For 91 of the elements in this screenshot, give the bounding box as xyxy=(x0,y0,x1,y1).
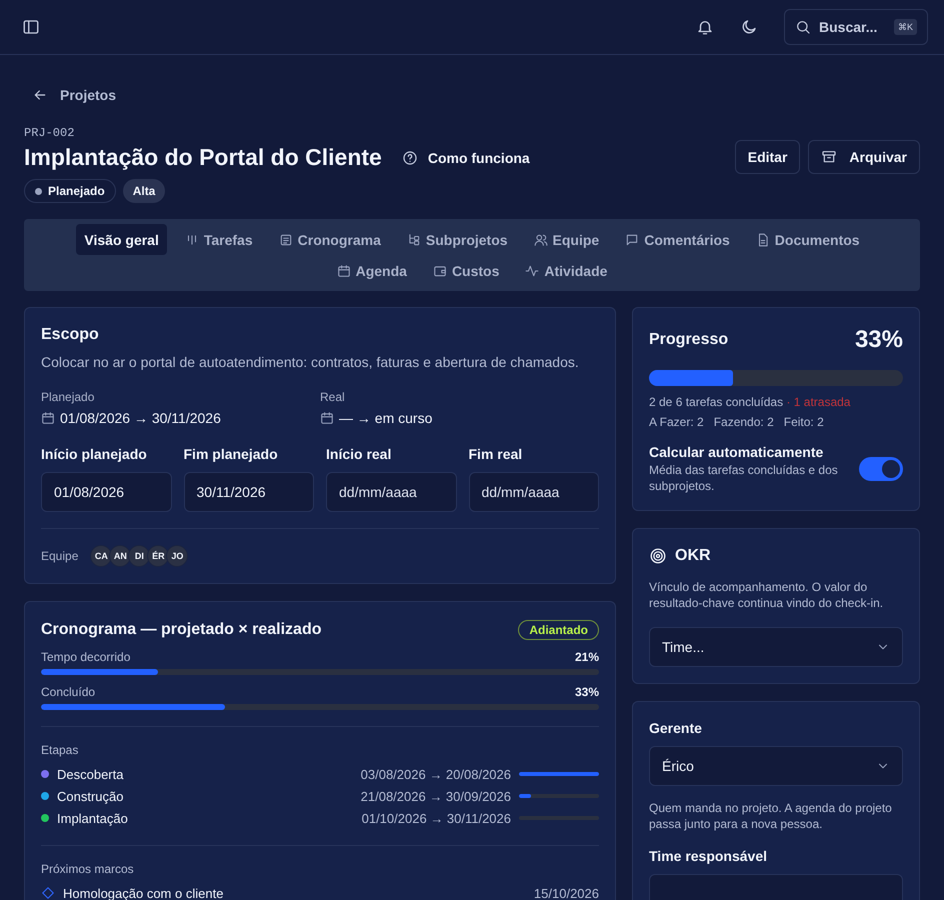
shortcut-key: ⌘K xyxy=(894,19,917,35)
field-label: Time responsável xyxy=(649,848,768,864)
stage-dates: 03/08/2026 → 20/08/2026 xyxy=(360,766,511,782)
tab[interactable]: Agenda xyxy=(328,255,415,286)
field-label: Fim planejado xyxy=(184,446,279,462)
scope-description: Colocar no ar o portal de autoatendimento: contratos, faturas e abertura de chamados. xyxy=(41,353,580,372)
period-label: Planejado xyxy=(41,390,96,404)
list-icon xyxy=(278,232,293,246)
moon-icon[interactable] xyxy=(740,18,758,36)
okr-description: Vínculo de acompanhamento. O valor do resultado-chave continua vindo do check-in. xyxy=(649,579,884,611)
date-field[interactable]: dd/mm/aaaa xyxy=(326,472,456,512)
tab[interactable]: Comentários xyxy=(617,224,738,255)
help-icon xyxy=(402,150,418,166)
help-link[interactable]: Como funciona xyxy=(402,150,530,166)
status-badge: Planejado xyxy=(24,179,116,203)
period-dates: 01/08/2026 → 30/11/2026 xyxy=(60,410,221,426)
project-code: PRJ-002 xyxy=(24,126,76,140)
target-icon xyxy=(649,547,667,565)
stage-name: Construção xyxy=(57,788,124,804)
toggle-label: Calcular automaticamente xyxy=(649,444,824,460)
tab[interactable]: Custos xyxy=(424,255,508,286)
manager-help: Quem manda no projeto. A agenda do projeto passa junto para a nova pessoa. xyxy=(649,800,893,832)
card-title: Escopo xyxy=(41,326,100,344)
date-field[interactable]: 30/11/2026 xyxy=(184,472,314,512)
card-title: Cronograma — projetado × realizado xyxy=(41,621,322,639)
avatar: ÉR xyxy=(147,545,170,567)
card-title: OKR xyxy=(675,547,711,565)
tab[interactable]: Equipe xyxy=(526,224,608,255)
field-label: Gerente xyxy=(649,720,703,736)
status-badge: Adiantado xyxy=(518,620,599,640)
activity-icon xyxy=(525,264,540,278)
edit-button[interactable]: Editar xyxy=(734,140,800,174)
tab[interactable]: Documentos xyxy=(748,224,868,255)
diamond-icon xyxy=(41,886,55,900)
date-field[interactable]: dd/mm/aaaa xyxy=(468,472,599,512)
back-link[interactable]: Projetos xyxy=(32,87,116,103)
priority-badge: Alta xyxy=(122,179,166,203)
meter-label: Tempo decorrido xyxy=(41,650,130,664)
period-label: Real xyxy=(320,390,346,404)
search-icon xyxy=(795,19,811,35)
meter-reading: 21% xyxy=(574,650,599,664)
bell-icon[interactable] xyxy=(696,18,714,36)
stage-name: Descoberta xyxy=(57,766,124,782)
hierarchy-icon xyxy=(406,232,421,246)
team-label: Equipe xyxy=(41,549,78,563)
manager-select[interactable]: Érico xyxy=(649,746,903,786)
status-count: A Fazer: 2 xyxy=(649,414,704,430)
avatar: JO xyxy=(166,545,188,567)
search-field[interactable]: Buscar... ⌘K xyxy=(784,9,928,45)
field-label: Fim real xyxy=(468,446,524,462)
progress-percent: 33% xyxy=(854,326,903,354)
card-title: Progresso xyxy=(649,331,728,349)
calendar-icon xyxy=(41,411,55,425)
wallet-icon xyxy=(432,264,447,278)
stage-name: Implantação xyxy=(57,810,129,826)
okr-select[interactable]: Time... xyxy=(649,627,903,667)
calendar-icon xyxy=(336,264,351,278)
section-label: Próximos marcos xyxy=(41,862,135,876)
section-label: Etapas xyxy=(41,743,80,757)
project-title: Implantação do Portal do Cliente xyxy=(24,144,382,171)
task-summary: 2 de 6 tarefas concluídas xyxy=(649,395,784,409)
tab[interactable]: Tarefas xyxy=(176,224,261,255)
search-placeholder: Buscar... xyxy=(819,19,878,35)
tab[interactable]: Visão geral xyxy=(76,224,167,255)
toggle-switch[interactable] xyxy=(859,457,903,481)
overdue-count: · 1 atrasada xyxy=(786,395,850,409)
avatar: DI xyxy=(128,545,150,567)
sidebar-toggle-icon[interactable] xyxy=(22,18,40,36)
milestone-name: Homologação com o cliente xyxy=(63,886,224,900)
tab[interactable]: Subprojetos xyxy=(398,224,516,255)
avatar: AN xyxy=(109,545,132,567)
toggle-description: Média das tarefas concluídas e dos subprojetos. xyxy=(649,462,839,494)
milestone-date: 15/10/2026 xyxy=(534,886,599,900)
avatar: CA xyxy=(90,545,112,567)
stage-dates: 01/10/2026 → 30/11/2026 xyxy=(362,810,511,826)
status-count: Feito: 2 xyxy=(784,414,824,430)
status-count: Fazendo: 2 xyxy=(714,414,774,430)
archive-button[interactable]: Arquivar xyxy=(808,140,920,174)
field-label: Início real xyxy=(326,446,392,462)
field-label: Início planejado xyxy=(41,446,148,462)
meter-reading: 33% xyxy=(574,685,599,699)
tab[interactable]: Cronograma xyxy=(270,224,389,255)
stage-dates: 21/08/2026 → 30/09/2026 xyxy=(360,788,511,804)
archive-box-icon xyxy=(821,149,838,165)
date-field[interactable]: 01/08/2026 xyxy=(41,472,172,512)
calendar-icon xyxy=(320,411,334,425)
meter-label: Concluído xyxy=(41,685,96,699)
users-icon xyxy=(534,232,548,246)
period-dates: — → em curso xyxy=(339,410,432,426)
tab[interactable]: Atividade xyxy=(517,255,616,286)
chat-icon xyxy=(625,232,640,246)
